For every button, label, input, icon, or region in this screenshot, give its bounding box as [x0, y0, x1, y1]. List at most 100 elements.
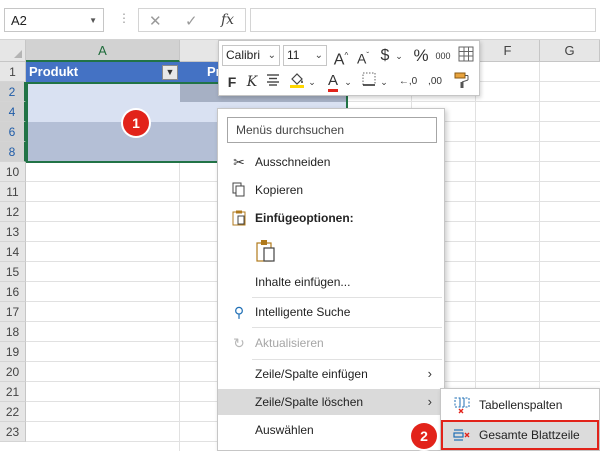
- menu-item-insert-row-col[interactable]: Zeile/Spalte einfügen ›: [218, 361, 444, 387]
- font-name-value: Calibri: [226, 48, 261, 62]
- row-header-6[interactable]: 6: [0, 122, 26, 142]
- chevron-down-icon[interactable]: ⌄: [343, 71, 353, 93]
- chevron-down-icon[interactable]: ⌄: [379, 71, 389, 93]
- menu-item-label: Einfügeoptionen:: [255, 211, 354, 225]
- font-color-button[interactable]: A: [323, 70, 343, 92]
- table-header-produkt[interactable]: Produkt: [26, 62, 180, 82]
- row-header-14[interactable]: 14: [0, 242, 26, 262]
- grow-font-button[interactable]: A^: [331, 45, 351, 68]
- row-header-21[interactable]: 21: [0, 382, 26, 402]
- column-header-a[interactable]: A: [26, 40, 180, 62]
- menu-item-cut[interactable]: ✂ Ausschneiden: [218, 149, 444, 175]
- select-all-corner[interactable]: [0, 40, 26, 62]
- menu-item-select[interactable]: Auswählen ›: [218, 417, 444, 443]
- bold-icon: F: [227, 74, 237, 90]
- formula-input[interactable]: [250, 8, 596, 32]
- column-header-f[interactable]: F: [476, 40, 540, 62]
- menu-separator: [252, 297, 442, 298]
- chevron-down-icon: ⌄: [314, 50, 323, 61]
- font-name-select[interactable]: Calibri ⌄: [222, 45, 280, 66]
- insert-function-icon[interactable]: fx: [221, 12, 234, 28]
- chevron-down-icon[interactable]: ⌄: [394, 45, 404, 67]
- submenu-item-label: Tabellenspalten: [479, 398, 563, 412]
- paste-option-clipboard-button[interactable]: [255, 239, 277, 263]
- row-header-18[interactable]: 18: [0, 322, 26, 342]
- table-format-icon: [458, 46, 474, 62]
- delete-sheet-row-icon: [453, 429, 470, 441]
- step-badge-2: 2: [411, 423, 437, 449]
- submenu-item-table-columns[interactable]: Tabellenspalten: [443, 392, 597, 418]
- align-center-icon: [267, 74, 279, 86]
- row-header-1[interactable]: 1: [0, 62, 26, 82]
- thousands-separator-button[interactable]: 000: [432, 45, 454, 67]
- table-header-label: Produkt: [29, 64, 79, 79]
- paste-clipboard-icon: [256, 240, 275, 262]
- menu-item-label: Intelligente Suche: [255, 305, 351, 319]
- align-center-button[interactable]: [263, 71, 283, 93]
- row-header-13[interactable]: 13: [0, 222, 26, 242]
- format-table-button[interactable]: [456, 46, 476, 68]
- menu-item-label: Ausschneiden: [255, 155, 331, 169]
- name-box-value: A2: [11, 12, 27, 28]
- filter-active-icon[interactable]: ▼: [162, 65, 178, 80]
- chevron-down-icon[interactable]: ▼: [89, 16, 97, 25]
- decrease-decimal-icon: ,00: [428, 76, 442, 87]
- row-header-2[interactable]: 2: [0, 82, 26, 102]
- row-header-20[interactable]: 20: [0, 362, 26, 382]
- row-header-11[interactable]: 11: [0, 182, 26, 202]
- shrink-font-icon: A: [356, 50, 367, 67]
- menu-separator: [252, 359, 442, 360]
- submenu-item-entire-sheet-row[interactable]: Gesamte Blattzeile: [441, 420, 599, 450]
- row-header-12[interactable]: 12: [0, 202, 26, 222]
- row-header-23[interactable]: 23: [0, 422, 26, 442]
- row-header-15[interactable]: 15: [0, 262, 26, 282]
- menu-search-placeholder: Menüs durchsuchen: [236, 123, 345, 137]
- formula-buttons: ✕ ✓ fx: [138, 8, 246, 32]
- menu-item-label: Kopieren: [255, 183, 304, 197]
- shrink-font-button[interactable]: Aˇ: [353, 45, 373, 67]
- increase-decimal-button[interactable]: ←,0: [395, 71, 421, 93]
- menu-item-delete-row-col[interactable]: Zeile/Spalte löschen ›: [218, 389, 444, 415]
- name-box[interactable]: A2 ▼: [4, 8, 104, 32]
- percent-button[interactable]: %: [410, 45, 432, 67]
- font-size-select[interactable]: 11 ⌄: [283, 45, 327, 66]
- row-header-19[interactable]: 19: [0, 342, 26, 362]
- step-badge-1: 1: [123, 110, 149, 136]
- currency-button[interactable]: $: [375, 45, 395, 67]
- decrease-decimal-button[interactable]: ,00: [423, 71, 447, 93]
- cancel-icon[interactable]: ✕: [149, 12, 162, 30]
- delete-table-columns-icon: [454, 397, 470, 414]
- fill-color-button[interactable]: [287, 71, 307, 93]
- column-header-g[interactable]: G: [540, 40, 600, 62]
- magnifier-icon: ⚲: [233, 304, 245, 320]
- row-header-22[interactable]: 22: [0, 402, 26, 422]
- row-header-4[interactable]: 4: [0, 102, 26, 122]
- format-painter-icon: [454, 72, 469, 88]
- chevron-right-icon: ›: [427, 366, 432, 381]
- borders-icon: [362, 72, 376, 86]
- confirm-icon[interactable]: ✓: [185, 12, 198, 30]
- copy-icon: [230, 177, 248, 206]
- clipboard-icon: [230, 205, 248, 234]
- borders-button[interactable]: [359, 71, 379, 93]
- menu-item-copy[interactable]: Kopieren: [218, 177, 444, 203]
- row-header-16[interactable]: 16: [0, 282, 26, 302]
- font-size-value: 11: [287, 48, 300, 62]
- chevron-down-icon[interactable]: ⌄: [307, 71, 317, 93]
- row-header-8[interactable]: 8: [0, 142, 26, 162]
- menu-item-smart-lookup[interactable]: ⚲ Intelligente Suche: [218, 299, 444, 325]
- bold-button[interactable]: F: [223, 71, 241, 93]
- menu-item-paste-options: Einfügeoptionen:: [218, 205, 444, 231]
- italic-icon: K: [246, 74, 258, 90]
- formula-bar: A2 ▼ ⋮ ✕ ✓ fx: [0, 0, 600, 40]
- row-header-17[interactable]: 17: [0, 302, 26, 322]
- format-painter-button[interactable]: [451, 71, 473, 93]
- menu-item-paste-special[interactable]: Inhalte einfügen...: [218, 269, 444, 295]
- scissors-icon: ✂: [233, 154, 245, 170]
- menu-item-refresh[interactable]: ↻ Aktualisieren: [218, 330, 444, 356]
- percent-icon: %: [413, 46, 429, 65]
- row-header-10[interactable]: 10: [0, 162, 26, 182]
- italic-button[interactable]: K: [243, 71, 261, 93]
- menu-search-input[interactable]: Menüs durchsuchen: [227, 117, 437, 143]
- thousands-icon: 000: [435, 51, 451, 61]
